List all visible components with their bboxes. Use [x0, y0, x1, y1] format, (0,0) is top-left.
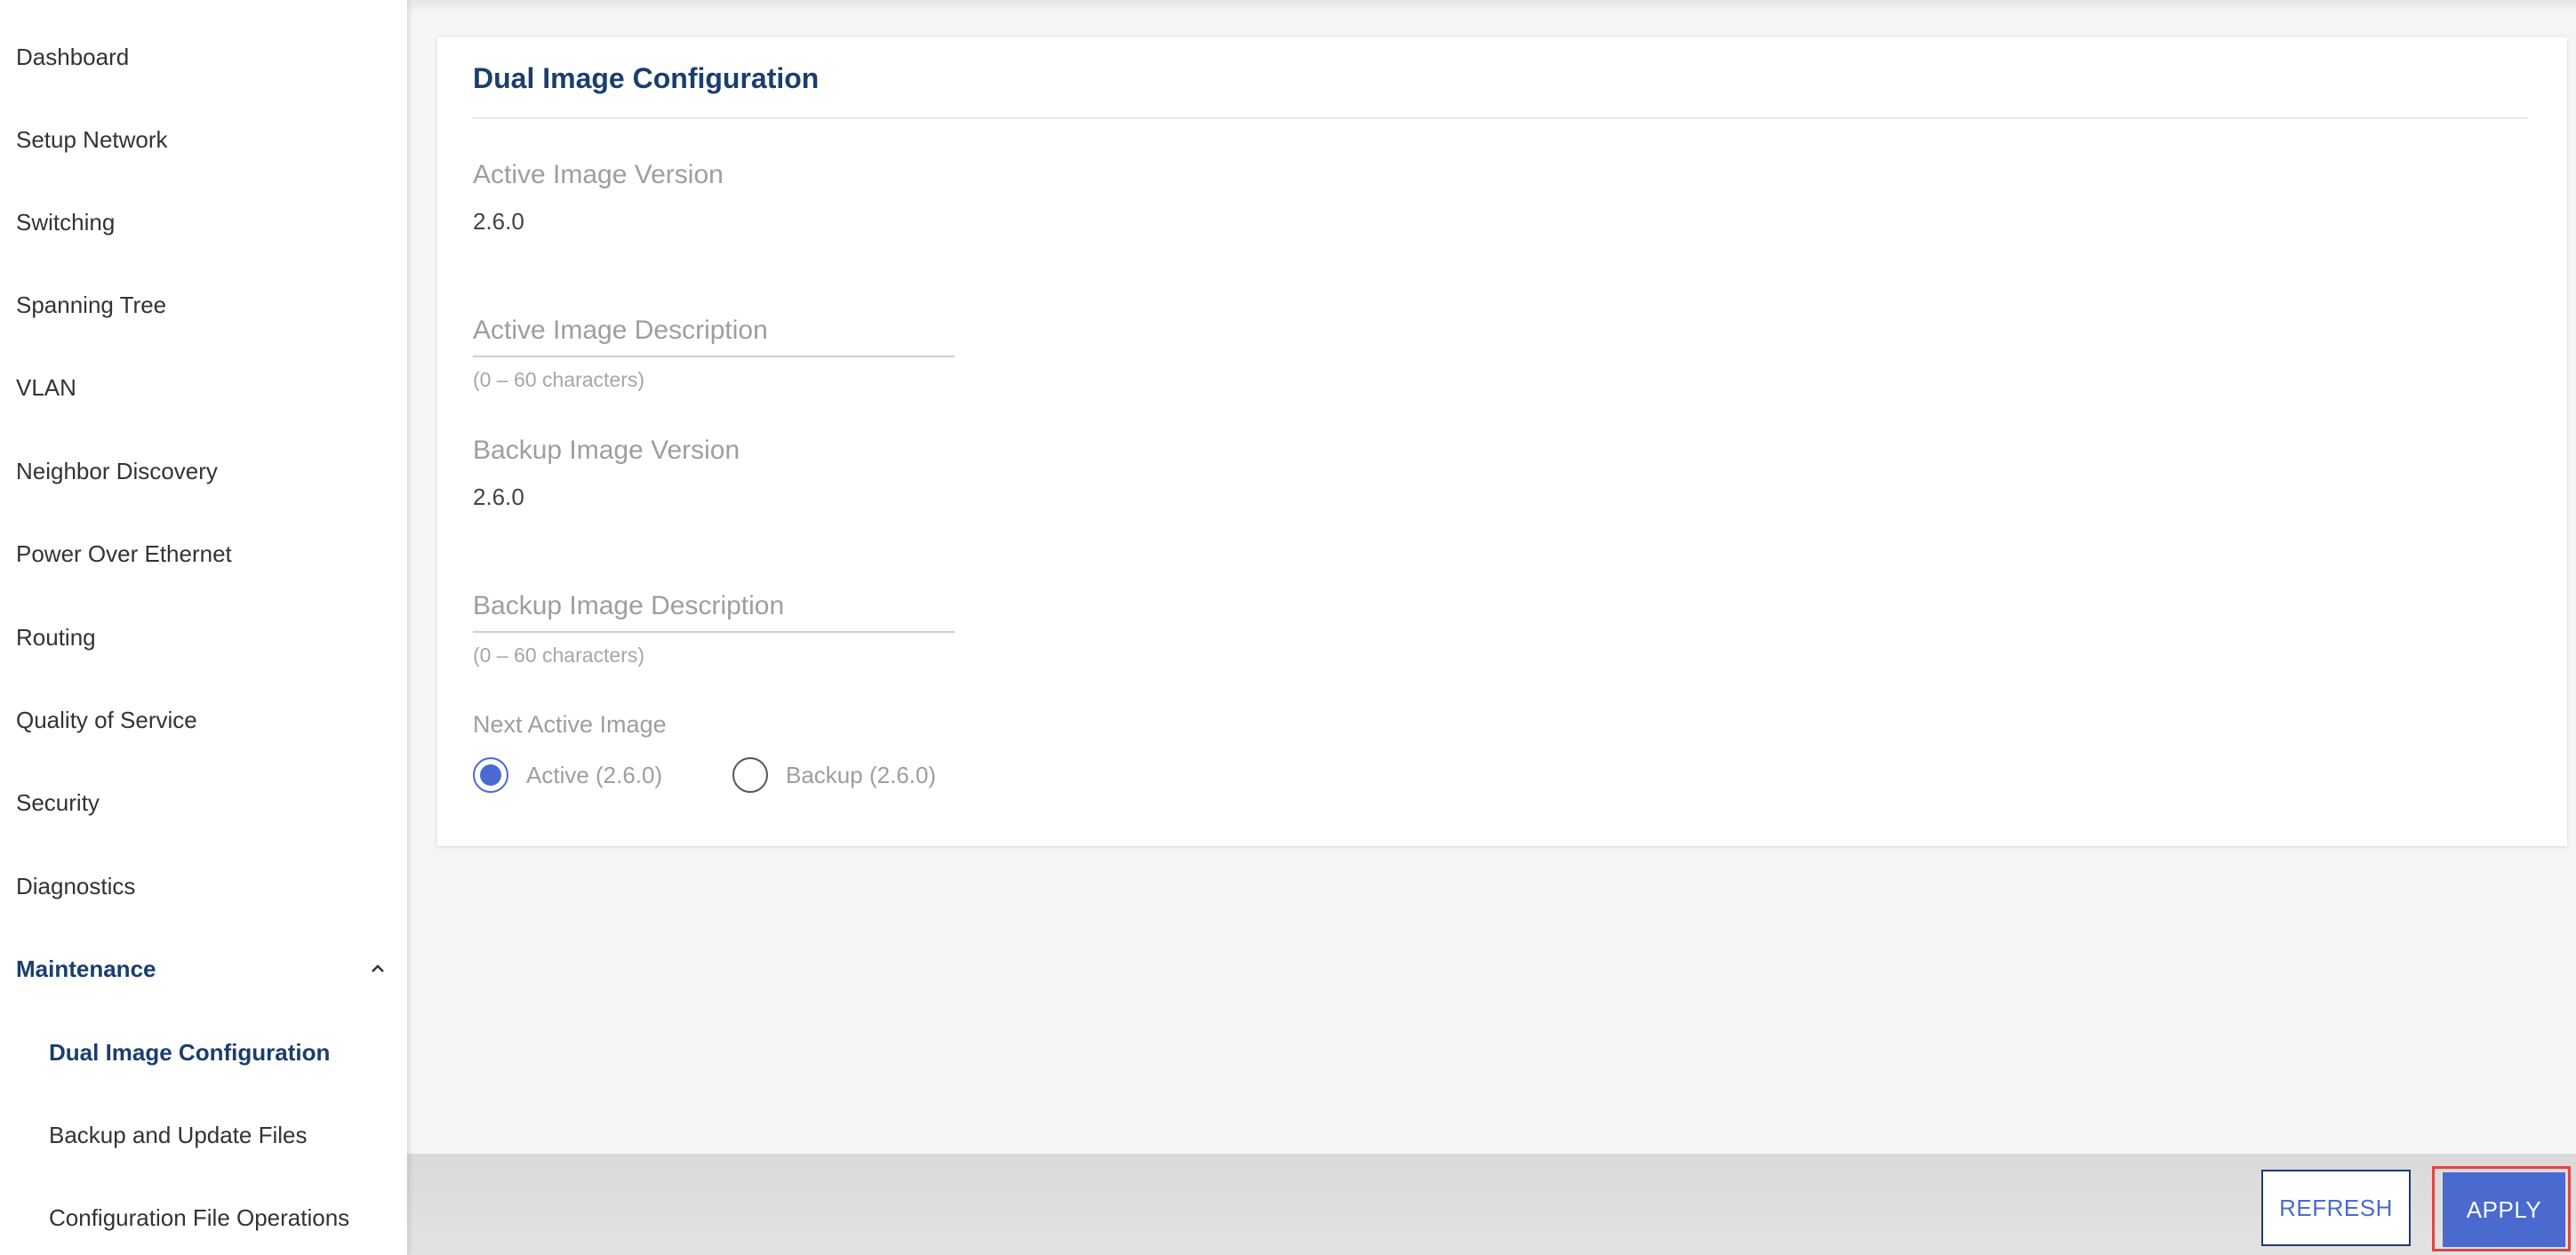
sidebar-subitem-dual-image-configuration[interactable]: Dual Image Configuration: [49, 1026, 387, 1079]
sidebar-item-quality-of-service[interactable]: Quality of Service: [16, 693, 389, 747]
active-image-version-value: 2.6.0: [473, 208, 524, 235]
radio-unselected-icon[interactable]: [732, 757, 768, 793]
sidebar-item-label: VLAN: [16, 373, 76, 401]
action-footer: REFRESH APPLY: [407, 1154, 2576, 1255]
active-image-version-label: Active Image Version: [473, 160, 724, 189]
sidebar-item-maintenance[interactable]: Maintenance: [16, 942, 389, 995]
radio-option-backup[interactable]: Backup (2.6.0): [732, 755, 936, 795]
page-title: Dual Image Configuration: [473, 62, 820, 94]
sidebar-item-label: Routing: [16, 623, 96, 651]
sidebar-item-label: Backup and Update Files: [49, 1121, 308, 1148]
apply-button[interactable]: APPLY: [2443, 1172, 2565, 1247]
chevron-up-icon[interactable]: [366, 957, 389, 980]
sidebar-item-label: Maintenance: [16, 955, 156, 982]
sidebar-item-label: Spanning Tree: [16, 291, 167, 318]
sidebar-item-security[interactable]: Security: [16, 776, 389, 829]
sidebar-item-label: Diagnostics: [16, 872, 136, 899]
backup-image-description-input[interactable]: [473, 581, 955, 633]
sidebar-item-label: Setup Network: [16, 125, 168, 153]
sidebar-item-routing[interactable]: Routing: [16, 611, 389, 664]
title-divider: [473, 117, 2528, 119]
dual-image-configuration-card: Dual Image Configuration Active Image Ve…: [437, 37, 2567, 846]
sidebar-item-setup-network[interactable]: Setup Network: [16, 113, 389, 166]
backup-image-version-value: 2.6.0: [473, 484, 524, 510]
radio-option-active[interactable]: Active (2.6.0): [473, 755, 662, 795]
sidebar-item-switching[interactable]: Switching: [16, 196, 389, 249]
sidebar-item-label: Quality of Service: [16, 706, 197, 733]
radio-selected-icon[interactable]: [473, 757, 508, 793]
sidebar-subitem-configuration-file-operations[interactable]: Configuration File Operations: [49, 1191, 387, 1244]
backup-image-description-hint: (0 – 60 characters): [473, 643, 645, 667]
refresh-button[interactable]: REFRESH: [2261, 1170, 2411, 1246]
apply-button-highlight: APPLY: [2432, 1166, 2571, 1251]
active-image-description-input[interactable]: [473, 306, 955, 357]
sidebar: Dashboard Setup Network Switching Spanni…: [0, 0, 407, 1255]
sidebar-item-power-over-ethernet[interactable]: Power Over Ethernet: [16, 527, 389, 580]
sidebar-item-label: Power Over Ethernet: [16, 540, 232, 567]
sidebar-item-label: Configuration File Operations: [49, 1203, 350, 1231]
sidebar-item-label: Dual Image Configuration: [49, 1038, 331, 1066]
main-content: Dual Image Configuration Active Image Ve…: [407, 0, 2576, 1154]
backup-image-version-label: Backup Image Version: [473, 436, 740, 465]
radio-option-label: Active (2.6.0): [526, 761, 663, 788]
sidebar-item-spanning-tree[interactable]: Spanning Tree: [16, 278, 389, 332]
sidebar-item-label: Security: [16, 788, 100, 816]
sidebar-item-label: Dashboard: [16, 43, 130, 70]
sidebar-item-label: Neighbor Discovery: [16, 457, 218, 484]
sidebar-item-vlan[interactable]: VLAN: [16, 361, 389, 414]
app-window: Dashboard Setup Network Switching Spanni…: [0, 0, 2576, 1255]
sidebar-item-diagnostics[interactable]: Diagnostics: [16, 859, 389, 913]
radio-option-label: Backup (2.6.0): [786, 761, 937, 788]
sidebar-item-dashboard[interactable]: Dashboard: [16, 30, 389, 84]
active-image-description-hint: (0 – 60 characters): [473, 368, 645, 391]
sidebar-item-label: Switching: [16, 208, 116, 236]
sidebar-subitem-backup-and-update-files[interactable]: Backup and Update Files: [49, 1108, 387, 1162]
sidebar-item-neighbor-discovery[interactable]: Neighbor Discovery: [16, 444, 389, 498]
radio-dot: [480, 764, 501, 786]
next-active-image-label: Next Active Image: [473, 711, 667, 738]
top-shadow: [407, 0, 2576, 12]
